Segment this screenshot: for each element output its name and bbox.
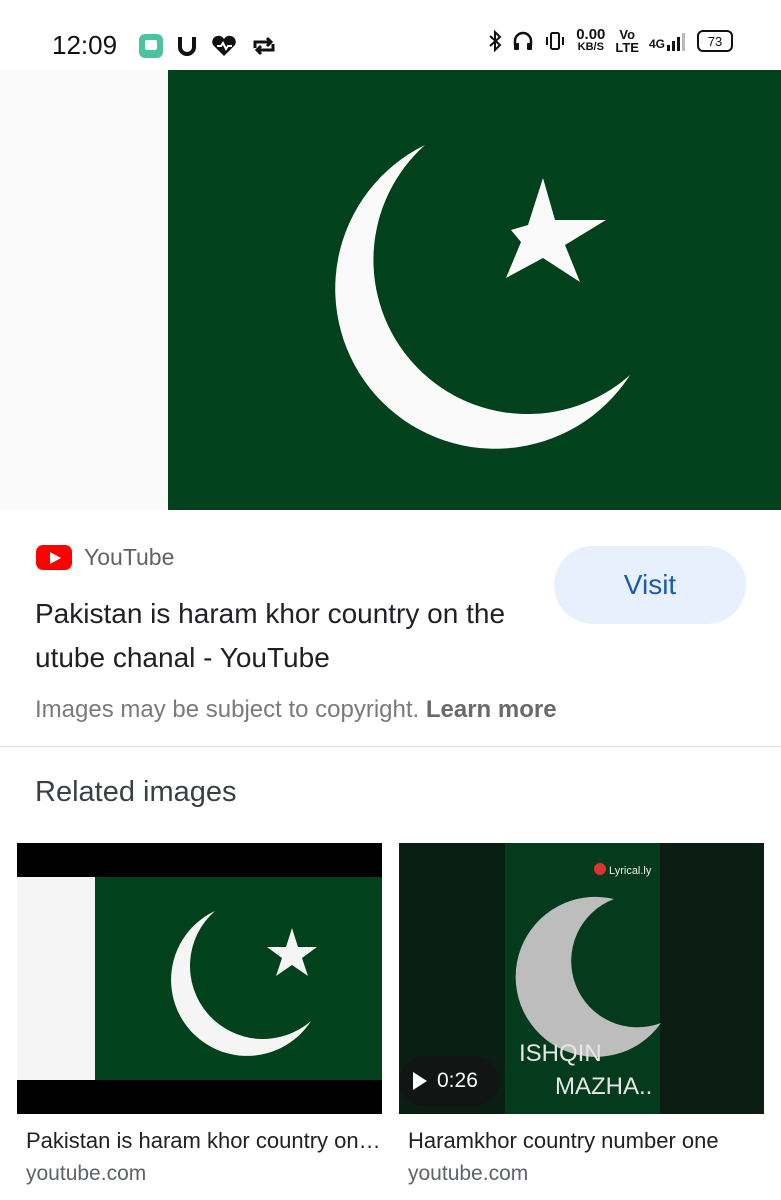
visit-button[interactable]: Visit [554, 546, 746, 624]
source-name: YouTube [84, 544, 175, 570]
copyright-notice: Images may be subject to copyright. Lear… [35, 696, 557, 724]
youtube-logo-icon [36, 545, 72, 570]
result-info-panel: YouTube Pakistan is haram khor country o… [0, 510, 781, 746]
data-speed-unit: KB/S [577, 41, 604, 53]
result-title[interactable]: Pakistan is haram khor country on the ut… [35, 592, 535, 680]
pakistan-flag-image [0, 70, 781, 510]
chat-icon [139, 34, 163, 58]
related-images-heading: Related images [35, 776, 237, 808]
related-domain: youtube.com [408, 1162, 529, 1185]
overlay-text-line2: MAZHA.. [555, 1073, 652, 1100]
sync-icon [253, 36, 275, 56]
heart-icon [212, 35, 236, 56]
vibrate-icon [546, 32, 565, 50]
data-speed: 0.00 [576, 26, 606, 43]
watermark-text: Lyrical.ly [609, 865, 652, 877]
u-app-icon [178, 37, 196, 56]
battery-icon: 73 [697, 30, 733, 52]
related-domain: youtube.com [26, 1162, 147, 1185]
signal-icon [667, 33, 685, 51]
related-caption[interactable]: Haramkhor country number one [408, 1128, 763, 1154]
network-type: 4G [648, 37, 665, 51]
status-bar: 12:09 0.00 KB/S Vo LTE 4G 73 [0, 0, 781, 70]
volte-label-bottom: LTE [615, 40, 639, 55]
main-image[interactable] [0, 70, 781, 510]
copyright-text: Images may be subject to copyright. [35, 696, 420, 723]
related-image-card[interactable]: Lyrical.ly ISHQIN MAZHA.. 0:26 Haramkhor… [399, 843, 764, 1186]
learn-more-link[interactable]: Learn more [426, 696, 557, 723]
related-image-card[interactable]: Pakistan is haram khor country on the ut… [17, 843, 382, 1186]
divider [0, 746, 781, 747]
headphones-icon [513, 31, 533, 50]
overlay-text-line1: ISHQIN [519, 1040, 602, 1067]
duration-text: 0:26 [437, 1069, 478, 1092]
related-thumbnail[interactable]: Lyrical.ly ISHQIN MAZHA.. 0:26 [399, 843, 764, 1114]
play-icon [413, 1072, 427, 1090]
video-duration-badge: 0:26 [399, 1056, 499, 1106]
status-time: 12:09 [52, 30, 118, 60]
related-caption[interactable]: Pakistan is haram khor country on the ut… [26, 1128, 381, 1154]
flag-thumbnail-image [17, 843, 382, 1114]
bluetooth-icon [489, 30, 502, 52]
source-row[interactable]: YouTube [36, 544, 174, 571]
related-thumbnail[interactable] [17, 843, 382, 1114]
